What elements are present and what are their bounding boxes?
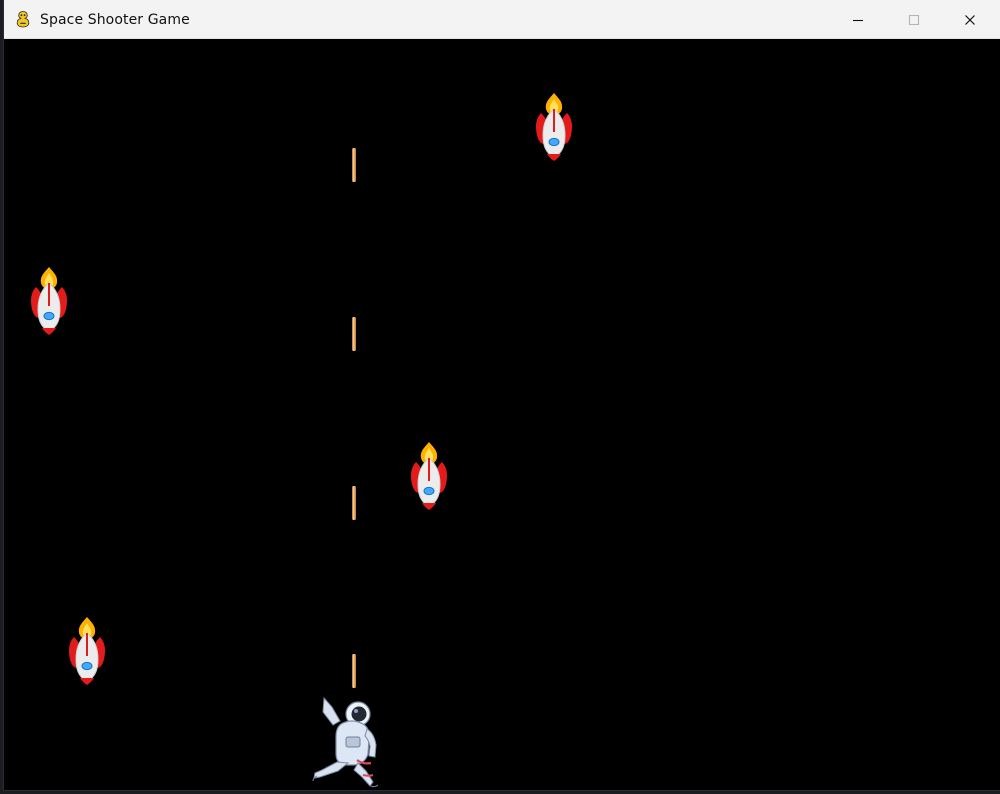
pygame-snake-icon (16, 11, 30, 28)
game-canvas[interactable] (4, 39, 1000, 790)
close-button[interactable] (942, 0, 998, 39)
maximize-icon (908, 14, 920, 25)
minimize-button[interactable] (830, 0, 886, 39)
window-title: Space Shooter Game (40, 12, 190, 28)
enemy-rocket (69, 617, 105, 685)
bullet (352, 317, 356, 351)
player-astronaut[interactable] (308, 694, 394, 790)
enemy-rocket (411, 442, 447, 510)
window-titlebar[interactable]: Space Shooter Game (4, 0, 1000, 39)
close-icon (965, 14, 975, 25)
minimize-icon (853, 19, 863, 21)
game-window: Space Shooter Game (4, 0, 1000, 790)
enemy-rocket (536, 93, 572, 161)
bullet (352, 486, 356, 520)
enemy-rocket (31, 267, 67, 335)
bullet (352, 148, 356, 182)
bullet (352, 654, 356, 688)
maximize-button[interactable] (886, 0, 942, 39)
